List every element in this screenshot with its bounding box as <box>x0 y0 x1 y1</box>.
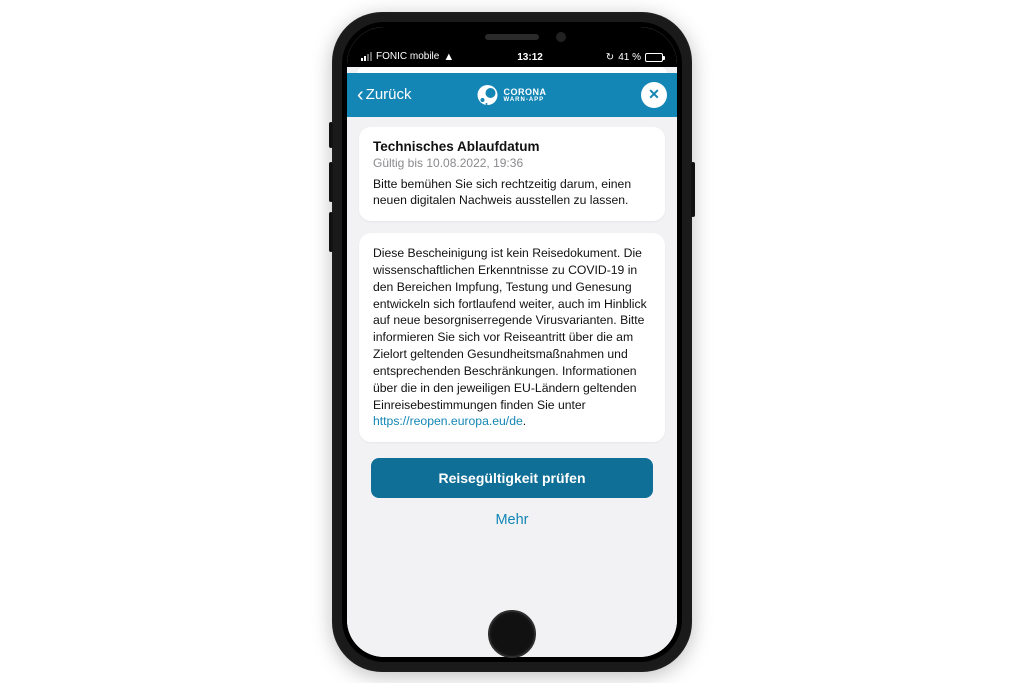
back-label: Zurück <box>366 86 412 103</box>
front-camera <box>556 32 566 42</box>
expiry-body: Bitte bemühen Sie sich rechtzeitig darum… <box>373 176 651 210</box>
orientation-lock-icon: ↻ <box>606 52 614 63</box>
expiry-card: Technisches Ablaufdatum Gültig bis 10.08… <box>359 127 665 222</box>
check-travel-validity-button[interactable]: Reisegültigkeit prüfen <box>371 458 653 498</box>
stage: FONIC mobile ▲ 13:12 ↻ 41 % ‹ Zurück <box>0 0 1024 683</box>
carrier-label: FONIC mobile <box>376 51 439 62</box>
brand-line1: CORONA <box>504 87 547 97</box>
signal-icon <box>361 52 372 61</box>
close-icon: ✕ <box>648 86 660 103</box>
screen: FONIC mobile ▲ 13:12 ↻ 41 % ‹ Zurück <box>347 27 677 657</box>
brand-line2: WARN-APP <box>504 97 547 103</box>
expiry-title: Technisches Ablaufdatum <box>373 139 651 154</box>
travel-info-body: Diese Bescheinigung ist kein Reisedokume… <box>373 245 651 430</box>
mute-switch <box>329 122 333 148</box>
chevron-left-icon: ‹ <box>357 85 364 105</box>
wifi-icon: ▲ <box>443 51 454 63</box>
status-bar: FONIC mobile ▲ 13:12 ↻ 41 % <box>347 27 677 67</box>
actions: Reisegültigkeit prüfen Mehr <box>359 454 665 542</box>
travel-info-card: Diese Bescheinigung ist kein Reisedokume… <box>359 233 665 442</box>
battery-percent: 41 % <box>618 52 641 63</box>
travel-info-text: Diese Bescheinigung ist kein Reisedokume… <box>373 246 647 411</box>
content-area: Technisches Ablaufdatum Gültig bis 10.08… <box>347 117 677 657</box>
travel-info-suffix: . <box>523 414 526 428</box>
power-button <box>691 162 695 217</box>
phone-frame: FONIC mobile ▲ 13:12 ↻ 41 % ‹ Zurück <box>332 12 692 672</box>
close-button[interactable]: ✕ <box>641 82 667 108</box>
earpiece <box>485 34 539 40</box>
corona-warn-app-logo-icon <box>478 85 498 105</box>
clock: 13:12 <box>517 52 543 63</box>
expiry-subtitle: Gültig bis 10.08.2022, 19:36 <box>373 156 651 170</box>
app-header: ‹ Zurück CORONA WARN-APP ✕ <box>347 73 677 117</box>
app-brand: CORONA WARN-APP <box>478 85 547 105</box>
volume-down-button <box>329 212 333 252</box>
volume-up-button <box>329 162 333 202</box>
more-button[interactable]: Mehr <box>371 498 653 542</box>
back-button[interactable]: ‹ Zurück <box>357 85 412 105</box>
reopen-eu-link[interactable]: https://reopen.europa.eu/de <box>373 414 523 428</box>
home-button[interactable] <box>488 610 536 658</box>
battery-icon <box>645 53 663 62</box>
